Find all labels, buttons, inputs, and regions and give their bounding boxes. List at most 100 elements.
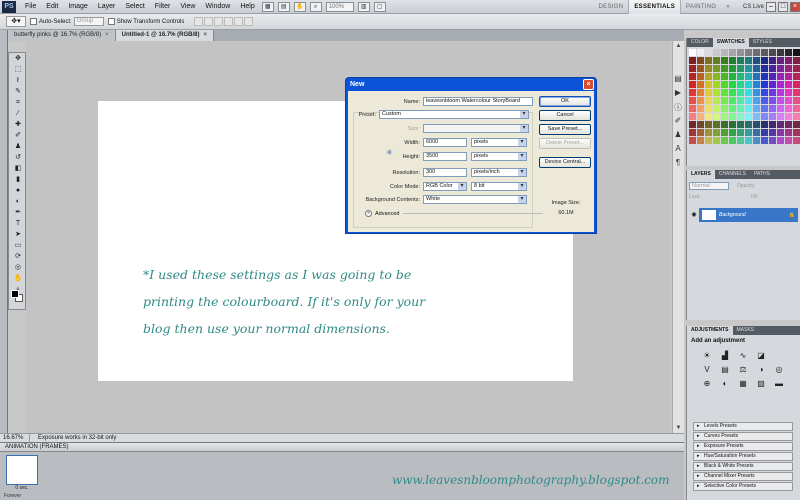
swatch-cell[interactable] xyxy=(777,113,784,120)
height-unit-dropdown[interactable]: pixels xyxy=(471,152,527,161)
swatch-cell[interactable] xyxy=(737,121,744,128)
swatch-cell[interactable] xyxy=(737,89,744,96)
swatch-cell[interactable] xyxy=(777,137,784,144)
color-balance-icon[interactable]: ⚖ xyxy=(737,365,749,375)
swatch-cell[interactable] xyxy=(737,113,744,120)
swatch-cell[interactable] xyxy=(697,113,704,120)
status-zoom[interactable]: 16.67% xyxy=(0,434,30,442)
maximize-button[interactable]: □ xyxy=(778,1,788,12)
swatch-cell[interactable] xyxy=(729,57,736,64)
photo-filter-icon[interactable]: ◎ xyxy=(773,365,785,375)
path-select-icon[interactable]: ➤ xyxy=(11,230,25,240)
menu-help[interactable]: Help xyxy=(235,0,259,14)
type-tool-icon[interactable]: T xyxy=(11,219,25,229)
swatch-cell[interactable] xyxy=(721,105,728,112)
swatch-cell[interactable] xyxy=(729,121,736,128)
width-input[interactable]: 6000 xyxy=(423,138,467,147)
swatch-cell[interactable] xyxy=(689,57,696,64)
advanced-toggle[interactable]: » Advanced xyxy=(365,210,544,217)
blur-tool-icon[interactable]: ● xyxy=(11,186,25,196)
swatch-cell[interactable] xyxy=(753,49,760,56)
swatch-cell[interactable] xyxy=(737,65,744,72)
swatch-cell[interactable] xyxy=(785,97,792,104)
swatch-cell[interactable] xyxy=(713,105,720,112)
tab-swatches[interactable]: SWATCHES xyxy=(712,38,749,47)
swatch-cell[interactable] xyxy=(785,105,792,112)
swatch-cell[interactable] xyxy=(761,113,768,120)
swatch-cell[interactable] xyxy=(745,81,752,88)
swatch-cell[interactable] xyxy=(769,137,776,144)
swatch-cell[interactable] xyxy=(745,113,752,120)
swatch-cell[interactable] xyxy=(793,81,800,88)
brightness-icon[interactable]: ☀ xyxy=(701,351,713,361)
preset-levels[interactable]: Levels Presets xyxy=(693,422,793,431)
swatch-cell[interactable] xyxy=(689,129,696,136)
swatch-cell[interactable] xyxy=(705,89,712,96)
hand-tool-icon[interactable]: ✋ xyxy=(293,1,306,12)
menu-view[interactable]: View xyxy=(175,0,200,14)
swatch-cell[interactable] xyxy=(721,121,728,128)
clone-source-icon[interactable]: ♟ xyxy=(672,130,684,140)
brush-panel-icon[interactable]: ✐ xyxy=(672,116,684,126)
device-central-button[interactable]: Device Central... xyxy=(539,157,591,168)
swatch-cell[interactable] xyxy=(713,81,720,88)
cs-live[interactable]: CS Live xyxy=(743,4,764,10)
menu-select[interactable]: Select xyxy=(120,0,149,14)
swatch-cell[interactable] xyxy=(761,57,768,64)
align-left-icon[interactable] xyxy=(224,17,234,26)
swatch-cell[interactable] xyxy=(769,89,776,96)
3d-orbit-icon[interactable]: ◎ xyxy=(11,263,25,273)
3d-rotate-icon[interactable]: ⟳ xyxy=(11,252,25,262)
swatch-cell[interactable] xyxy=(737,105,744,112)
animation-frame-1[interactable] xyxy=(6,455,38,485)
swatch-cell[interactable] xyxy=(705,129,712,136)
swatch-cell[interactable] xyxy=(769,129,776,136)
swatch-cell[interactable] xyxy=(785,89,792,96)
tab-channels[interactable]: CHANNELS xyxy=(715,170,750,179)
exposure-icon[interactable]: ◪ xyxy=(755,351,767,361)
swatch-cell[interactable] xyxy=(729,81,736,88)
eraser-tool-icon[interactable]: ◧ xyxy=(11,164,25,174)
bit-depth-dropdown[interactable]: 8 bit xyxy=(471,182,527,191)
height-input[interactable]: 3500 xyxy=(423,152,467,161)
vibrance-icon[interactable]: V xyxy=(701,365,713,375)
swatch-cell[interactable] xyxy=(753,57,760,64)
swatch-cell[interactable] xyxy=(729,97,736,104)
swatch-cell[interactable] xyxy=(721,89,728,96)
swatch-cell[interactable] xyxy=(777,121,784,128)
paragraph-icon[interactable]: ¶ xyxy=(672,158,684,168)
swatch-cell[interactable] xyxy=(753,129,760,136)
actions-icon[interactable]: ▶ xyxy=(672,88,684,98)
swatch-cell[interactable] xyxy=(793,129,800,136)
swatch-cell[interactable] xyxy=(777,73,784,80)
swatch-cell[interactable] xyxy=(689,49,696,56)
align-right-icon[interactable] xyxy=(244,17,254,26)
background-dropdown[interactable]: White xyxy=(423,195,527,204)
shape-tool-icon[interactable]: ▭ xyxy=(11,241,25,251)
swatch-cell[interactable] xyxy=(713,121,720,128)
zoom-level[interactable]: 100% xyxy=(325,1,354,12)
swatch-cell[interactable] xyxy=(761,65,768,72)
menu-layer[interactable]: Layer xyxy=(93,0,121,14)
cancel-button[interactable]: Cancel xyxy=(539,110,591,121)
swatch-cell[interactable] xyxy=(785,129,792,136)
preset-dropdown[interactable]: Custom xyxy=(379,110,529,119)
hue-saturation-icon[interactable]: ▤ xyxy=(719,365,731,375)
swatch-cell[interactable] xyxy=(705,97,712,104)
swatch-cell[interactable] xyxy=(713,65,720,72)
gradient-map-icon[interactable]: ▬ xyxy=(773,379,785,389)
swatch-cell[interactable] xyxy=(713,57,720,64)
swatch-cell[interactable] xyxy=(721,129,728,136)
swatch-cell[interactable] xyxy=(697,137,704,144)
delete-preset-button[interactable]: Delete Preset... xyxy=(539,138,591,149)
swatch-cell[interactable] xyxy=(793,57,800,64)
levels-icon[interactable]: ▟ xyxy=(719,351,731,361)
blend-mode-dropdown[interactable]: Normal xyxy=(689,182,729,190)
swatch-cell[interactable] xyxy=(737,57,744,64)
swatch-cell[interactable] xyxy=(777,105,784,112)
swatch-cell[interactable] xyxy=(777,81,784,88)
swatch-cell[interactable] xyxy=(769,105,776,112)
swatch-cell[interactable] xyxy=(745,57,752,64)
tab-styles[interactable]: STYLES xyxy=(749,38,776,47)
align-middle-icon[interactable] xyxy=(204,17,214,26)
